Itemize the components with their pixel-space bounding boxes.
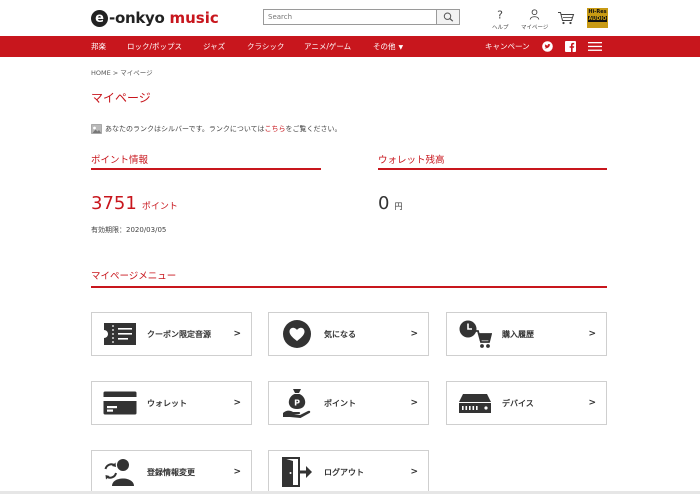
device-icon [459, 394, 491, 413]
search-icon [443, 12, 453, 22]
caret-down-icon: ▼ [398, 44, 404, 51]
site-logo[interactable]: e -onkyo music [91, 8, 219, 28]
cart-history-icon-wrap [455, 314, 495, 354]
heart-icon-wrap [277, 314, 317, 354]
chevron-right-icon: > [233, 329, 241, 339]
logo-text: -onkyo [109, 9, 165, 27]
points-balance: 3751 ポイント [91, 193, 178, 214]
points-value: 3751 [91, 193, 137, 214]
wallet-unit: 円 [394, 202, 403, 211]
hires-audio-logo[interactable]: Hi-Res AUDIO [587, 8, 608, 28]
logout-icon [282, 457, 312, 487]
cart-icon [558, 12, 575, 25]
points-expiry: 有効期限：2020/03/05 [91, 226, 167, 234]
twitter-icon [542, 41, 553, 52]
logo-music: music [169, 9, 219, 27]
menu-card-points[interactable]: P ポイント > [268, 381, 429, 425]
nav-item-campaign[interactable]: キャンペーン [485, 36, 530, 57]
search-button[interactable] [436, 10, 459, 24]
help-icon: ? [497, 9, 503, 22]
coupon-icon-wrap [100, 314, 140, 354]
facebook-icon [565, 41, 576, 52]
menu-card-update-info[interactable]: 登録情報変更 > [91, 450, 252, 494]
menu-section-title: マイページメニュー [91, 271, 177, 282]
device-icon-wrap [455, 383, 495, 423]
nav-item-jazz[interactable]: ジャズ [203, 36, 225, 57]
chevron-right-icon: > [233, 467, 241, 477]
menu-label-device: デバイス [502, 398, 534, 408]
silver-rank-icon [91, 124, 102, 134]
category-nav: 邦楽 ロック/ポップス ジャズ クラシック アニメ/ゲーム その他 ▼ キャンペー… [0, 36, 700, 57]
help-label: ヘルプ [492, 25, 509, 31]
nav-item-hougaku[interactable]: 邦楽 [91, 36, 106, 57]
chevron-right-icon: > [588, 398, 596, 408]
menu-label-points: ポイント [324, 398, 356, 408]
hires-label: Hi-Res [588, 9, 607, 15]
site-header: e -onkyo music ? ヘルプ マイページ [0, 0, 700, 36]
menu-card-purchase-history[interactable]: 購入履歴 > [446, 312, 607, 356]
menu-card-coupon[interactable]: クーポン限定音源 > [91, 312, 252, 356]
search-input[interactable] [264, 10, 436, 24]
menu-card-device[interactable]: デバイス > [446, 381, 607, 425]
search-box [263, 9, 460, 25]
heart-icon [283, 320, 311, 348]
logout-icon-wrap [277, 452, 317, 492]
help-link[interactable]: ? ヘルプ [492, 9, 509, 32]
menu-card-favorite[interactable]: 気になる > [268, 312, 429, 356]
wallet-card-icon-wrap [100, 383, 140, 423]
svg-text:?: ? [497, 9, 503, 20]
menu-card-wallet[interactable]: ウォレット > [91, 381, 252, 425]
points-unit: ポイント [141, 202, 178, 212]
mypage-label: マイページ [521, 25, 549, 31]
points-section-title: ポイント情報 [91, 155, 149, 166]
menu-label-coupon: クーポン限定音源 [147, 329, 211, 339]
page-title: マイページ [91, 91, 151, 105]
wallet-balance: 0 円 [378, 193, 402, 214]
wallet-value: 0 [378, 193, 390, 214]
menu-section-divider [91, 286, 607, 288]
nav-item-rock-pops[interactable]: ロック/ポップス [127, 36, 182, 57]
wallet-section-divider [378, 168, 607, 170]
twitter-link[interactable] [542, 36, 553, 57]
coupon-icon [104, 323, 136, 345]
chevron-right-icon: > [410, 398, 418, 408]
menu-label-favorite: 気になる [324, 329, 356, 339]
point-bag-icon-wrap: P [277, 383, 317, 423]
rank-text-suffix: をご覧ください。 [285, 125, 342, 133]
svg-text:P: P [294, 399, 300, 408]
mypage-link[interactable]: マイページ [521, 9, 548, 31]
rank-notice: あなたのランクはシルバーです。ランクについては こちら をご覧ください。 [91, 124, 342, 134]
chevron-right-icon: > [410, 329, 418, 339]
hamburger-icon [588, 42, 602, 51]
menu-card-logout[interactable]: ログアウト > [268, 450, 429, 494]
nav-item-classic[interactable]: クラシック [247, 36, 284, 57]
nav-item-other[interactable]: その他 ▼ [373, 36, 403, 57]
rank-info-link[interactable]: こちら [265, 124, 286, 134]
nav-item-anime-game[interactable]: アニメ/ゲーム [304, 36, 351, 57]
hamburger-menu-button[interactable] [588, 36, 602, 57]
points-section-divider [91, 168, 321, 170]
cart-link[interactable] [557, 11, 575, 27]
breadcrumb[interactable]: HOME > マイページ [91, 67, 153, 77]
user-update-icon [104, 459, 134, 486]
nav-item-other-label: その他 [373, 42, 396, 51]
rank-text-prefix: あなたのランクはシルバーです。ランクについては [105, 125, 265, 133]
chevron-right-icon: > [588, 329, 596, 339]
user-update-icon-wrap [100, 452, 140, 492]
logo-e-mark: e [91, 9, 108, 27]
chevron-right-icon: > [233, 398, 241, 408]
facebook-link[interactable] [565, 36, 576, 57]
menu-label-wallet: ウォレット [147, 398, 187, 408]
wallet-card-icon [103, 391, 137, 415]
audio-label: AUDIO [588, 16, 607, 22]
user-icon [529, 9, 540, 20]
chevron-right-icon: > [410, 467, 418, 477]
cart-history-icon [459, 320, 492, 348]
point-bag-icon: P [283, 389, 311, 418]
menu-label-logout: ログアウト [324, 467, 364, 477]
menu-label-purchase-history: 購入履歴 [502, 329, 534, 339]
menu-label-update-info: 登録情報変更 [147, 467, 195, 477]
wallet-section-title: ウォレット残高 [378, 155, 445, 166]
